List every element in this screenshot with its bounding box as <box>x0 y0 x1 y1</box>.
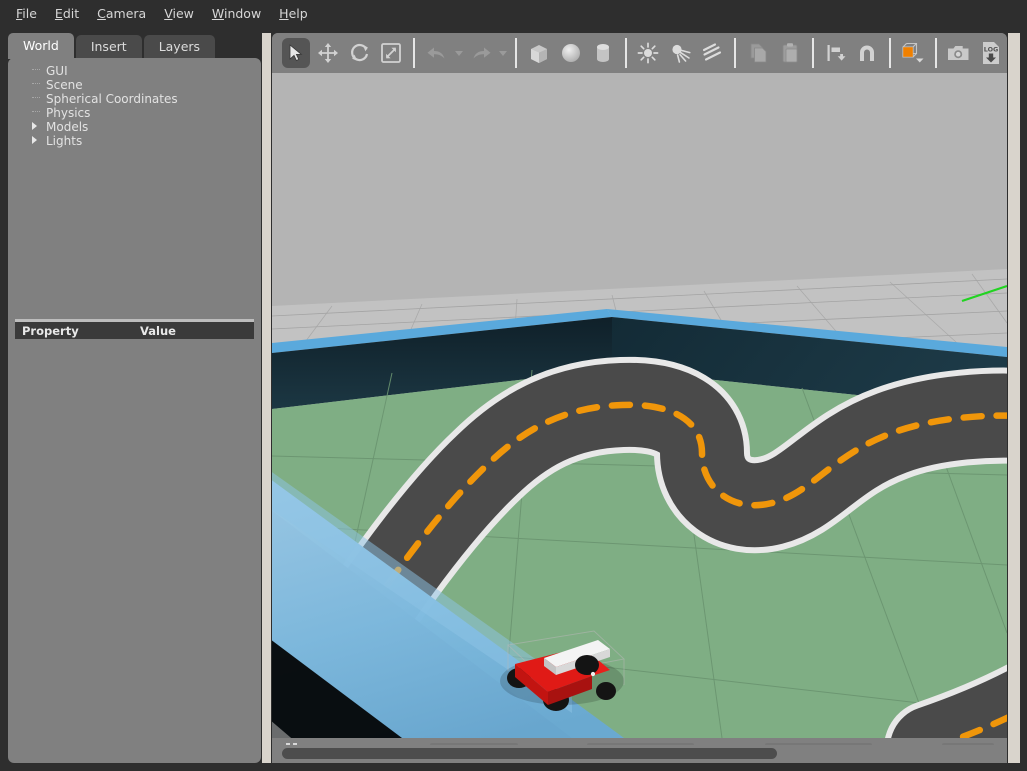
menu-window[interactable]: Window <box>203 3 270 24</box>
left-panel: World Insert Layers GUI Scene Spherical … <box>8 33 261 763</box>
align-button[interactable] <box>822 38 850 68</box>
insert-box-button[interactable] <box>525 38 553 68</box>
toolbar-separator <box>811 38 814 68</box>
horizontal-scrollbar-thumb[interactable] <box>282 748 777 759</box>
tree-item-lights[interactable]: Lights <box>8 134 261 148</box>
insert-cylinder-button[interactable] <box>589 38 617 68</box>
tree-leaf-icon <box>32 78 46 92</box>
tree-leaf-icon <box>32 106 46 120</box>
tree-item-models[interactable]: Models <box>8 120 261 134</box>
column-header-value[interactable]: Value <box>140 324 176 338</box>
tree-item-label: GUI <box>46 64 68 78</box>
viewport-3d[interactable] <box>272 73 1007 738</box>
undo-button[interactable] <box>423 38 451 68</box>
render-area: LOG <box>272 33 1007 763</box>
toolbar-separator <box>413 38 416 68</box>
tree-item-physics[interactable]: Physics <box>8 106 261 120</box>
view-angle-button[interactable] <box>899 38 927 68</box>
tree-item-gui[interactable]: GUI <box>8 64 261 78</box>
tree-item-label: Models <box>46 120 89 134</box>
menu-help[interactable]: Help <box>270 3 317 24</box>
scale-mode-button[interactable] <box>377 38 405 68</box>
translate-mode-button[interactable] <box>314 38 342 68</box>
chevron-right-icon[interactable] <box>32 120 46 134</box>
insert-spot-light-button[interactable] <box>666 38 694 68</box>
world-tree: GUI Scene Spherical Coordinates Physics … <box>8 64 261 148</box>
scene-toolbar: LOG <box>272 33 1007 73</box>
tree-item-label: Physics <box>46 106 91 120</box>
select-mode-button[interactable] <box>282 38 310 68</box>
rotate-mode-button[interactable] <box>346 38 374 68</box>
panel-splitter[interactable] <box>262 33 271 763</box>
vertical-scrollbar[interactable] <box>1008 33 1020 763</box>
insert-directional-light-button[interactable] <box>698 38 726 68</box>
toolbar-separator <box>734 38 737 68</box>
tree-item-label: Spherical Coordinates <box>46 92 178 106</box>
copy-button[interactable] <box>744 38 772 68</box>
insert-point-light-button[interactable] <box>635 38 663 68</box>
chevron-right-icon[interactable] <box>32 134 46 148</box>
redo-button[interactable] <box>467 38 495 68</box>
property-table-header: Property Value <box>15 322 254 339</box>
tree-item-spherical-coordinates[interactable]: Spherical Coordinates <box>8 92 261 106</box>
svg-text:LOG: LOG <box>984 46 999 54</box>
snap-button[interactable] <box>854 38 882 68</box>
tab-insert[interactable]: Insert <box>75 35 142 59</box>
toolbar-separator <box>889 38 892 68</box>
horizontal-scrollbar[interactable] <box>272 745 1007 763</box>
toolbar-separator <box>515 38 518 68</box>
tree-item-label: Scene <box>46 78 83 92</box>
world-tree-panel: GUI Scene Spherical Coordinates Physics … <box>8 58 261 763</box>
toolbar-separator <box>624 38 627 68</box>
log-record-button[interactable]: LOG <box>977 38 1005 68</box>
undo-dropdown-caret[interactable] <box>453 38 465 68</box>
property-table: Property Value <box>15 319 254 339</box>
tab-world[interactable]: World <box>8 33 74 59</box>
gazebo-window: File Edit Camera View Window Help World … <box>0 0 1027 771</box>
menu-camera[interactable]: Camera <box>88 3 155 24</box>
insert-sphere-button[interactable] <box>557 38 585 68</box>
menu-file[interactable]: File <box>7 3 46 24</box>
tree-leaf-icon <box>32 64 46 78</box>
window-frame-right <box>1020 0 1027 771</box>
tree-item-label: Lights <box>46 134 83 148</box>
menu-bar: File Edit Camera View Window Help <box>0 0 1027 26</box>
tree-leaf-icon <box>32 92 46 106</box>
redo-dropdown-caret[interactable] <box>497 38 509 68</box>
paste-button[interactable] <box>776 38 804 68</box>
tab-layers[interactable]: Layers <box>143 35 216 59</box>
toolbar-separator <box>935 38 938 68</box>
menu-view[interactable]: View <box>155 3 203 24</box>
screenshot-button[interactable] <box>945 38 973 68</box>
menu-edit[interactable]: Edit <box>46 3 88 24</box>
left-panel-tabs: World Insert Layers <box>8 33 217 59</box>
tree-item-scene[interactable]: Scene <box>8 78 261 92</box>
column-header-property[interactable]: Property <box>15 324 140 338</box>
